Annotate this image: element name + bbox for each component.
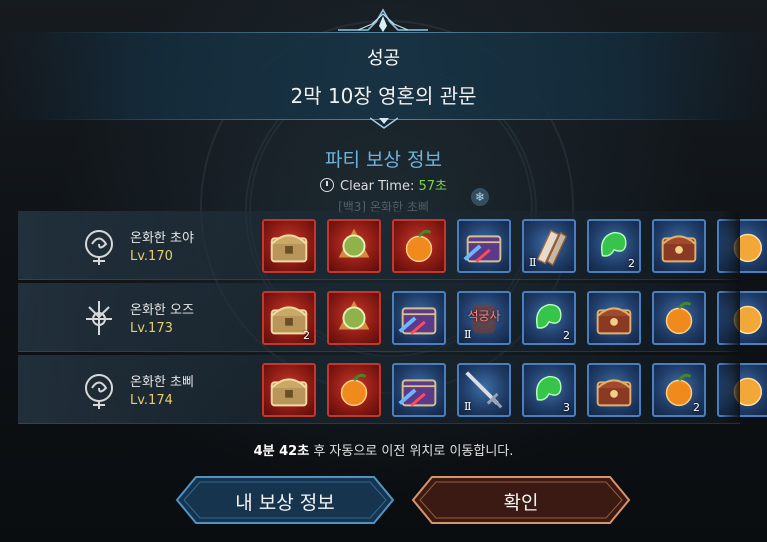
purple-chest-icon [398,379,437,407]
auto-move-notice: 4분 42초 후 자동으로 이전 위치로 이동합니다. [0,440,767,459]
gold-chest-icon [270,378,308,407]
stage-title: 2막 10장 영혼의 관문 [290,84,477,108]
red-chest-icon [596,379,632,407]
orange-fruit-icon [665,301,693,335]
class-emblem-swirl-icon [85,230,113,265]
clear-time-label: Clear Time: [340,179,415,194]
item-count: 2 [693,401,700,414]
countdown-time: 4분 42초 [253,444,310,459]
reward-item-slot[interactable] [327,219,381,273]
gold-chest-icon [270,234,308,263]
item-count: 2 [303,329,310,342]
class-emblem-swirl-icon [85,374,113,409]
banner-tip-icon [370,117,398,129]
item-tier: Ⅱ [464,328,472,341]
member-name: 온화한 오즈 [130,303,194,318]
reward-item-slot[interactable]: 3 [522,363,576,417]
notice-text: 후 자동으로 이전 위치로 이동합니다. [313,444,514,459]
confirm-label: 확인 [503,492,539,514]
reward-item-slot[interactable]: 2 [522,291,576,345]
scroll-fade [720,211,740,423]
clear-time-value: 57초 [418,179,447,194]
red-chest-icon [596,307,632,335]
member-name: 온화한 초야 [130,231,194,246]
reward-item-slot[interactable]: Ⅱ [522,219,576,273]
item-overlay-text: 석궁사 [467,309,501,323]
member-level: Lv.174 [130,393,173,408]
reward-item-slot[interactable] [587,363,641,417]
purple-chest-icon [463,235,502,263]
reward-item-slot[interactable] [327,363,381,417]
member-row: 온화한 초삐 Lv.174 Ⅱ 3 2 [18,355,767,424]
snowflake-icon: ❄ [471,188,489,206]
reward-item-slot[interactable]: Ⅱ [457,363,511,417]
reward-item-slot[interactable] [392,219,446,273]
reward-item-slot[interactable] [652,291,706,345]
item-count: 3 [563,401,570,414]
reward-item-slot[interactable] [392,363,446,417]
item-tier: Ⅱ [464,400,472,413]
reward-item-slot[interactable] [457,219,511,273]
item-count: 2 [628,257,635,270]
reward-item-slot[interactable] [587,291,641,345]
member-level: Lv.170 [130,249,173,264]
member-level: Lv.173 [130,321,173,336]
reward-item-slot[interactable]: 2 [652,363,706,417]
my-reward-label: 내 보상 정보 [235,492,335,514]
reward-item-slot[interactable]: 석궁사 Ⅱ [457,291,511,345]
reward-list[interactable]: 온화한 초야 Lv.170 Ⅱ 2 온화한 오즈 Lv.173 2 석궁사 Ⅱ 2 온화… [18,211,767,424]
reward-item-slot[interactable]: 2 [587,219,641,273]
reward-item-slot[interactable] [392,291,446,345]
party-reward-title: 파티 보상 정보 [325,149,442,171]
item-count: 2 [563,329,570,342]
clear-time: Clear Time: 57초 [0,175,767,194]
reward-item-slot[interactable] [262,363,316,417]
reward-item-slot[interactable]: 2 [262,291,316,345]
red-chest-icon [661,235,697,263]
purple-chest-icon [398,307,437,335]
reward-item-slot[interactable] [327,291,381,345]
green-orb-icon [338,228,370,258]
green-orb-icon [338,300,370,330]
my-reward-button[interactable]: 내 보상 정보 [174,474,396,526]
item-tier: Ⅱ [529,256,537,269]
result-status: 성공 [366,48,401,69]
confirm-button[interactable]: 확인 [410,474,632,526]
reward-item-slot[interactable] [652,219,706,273]
class-emblem-trident-icon [86,301,112,335]
member-row: 온화한 초야 Lv.170 Ⅱ 2 [18,211,767,280]
reward-item-slot[interactable] [262,219,316,273]
member-name: 온화한 초삐 [130,375,194,390]
clock-icon [320,178,334,192]
orange-fruit-icon [340,373,368,407]
orange-fruit-icon [405,229,433,263]
member-row: 온화한 오즈 Lv.173 2 석궁사 Ⅱ 2 [18,283,767,352]
